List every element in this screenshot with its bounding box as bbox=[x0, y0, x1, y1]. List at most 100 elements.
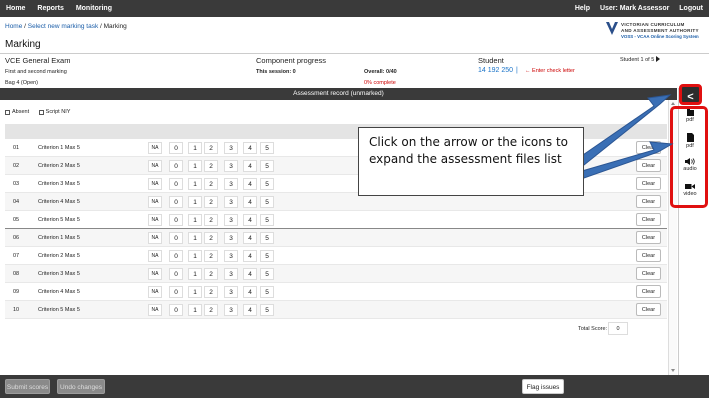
score-option-3[interactable]: 3 bbox=[224, 196, 238, 208]
clear-button[interactable]: Clear bbox=[636, 249, 661, 262]
score-option-4[interactable]: 4 bbox=[243, 160, 257, 172]
clear-button[interactable]: Clear bbox=[636, 267, 661, 280]
score-option-4[interactable]: 4 bbox=[243, 286, 257, 298]
score-option-0[interactable]: 0 bbox=[169, 250, 183, 262]
absent-checkbox[interactable]: Absent bbox=[5, 109, 29, 115]
score-option-3[interactable]: 3 bbox=[224, 268, 238, 280]
score-option-na[interactable]: NA bbox=[148, 178, 162, 190]
submit-scores-button[interactable]: Submit scores bbox=[5, 379, 50, 394]
score-option-0[interactable]: 0 bbox=[169, 196, 183, 208]
clear-button[interactable]: Clear bbox=[636, 195, 661, 208]
nav-reports[interactable]: Reports bbox=[37, 5, 63, 12]
score-option-4[interactable]: 4 bbox=[243, 304, 257, 316]
expand-files-toggle[interactable]: < bbox=[679, 84, 702, 105]
score-option-2[interactable]: 2 bbox=[204, 142, 218, 154]
score-option-2[interactable]: 2 bbox=[204, 196, 218, 208]
score-option-5[interactable]: 5 bbox=[260, 304, 274, 316]
pdf-file-2[interactable]: pdf bbox=[675, 133, 705, 149]
script-niy-checkbox[interactable]: Script NIY bbox=[38, 109, 70, 115]
score-option-4[interactable]: 4 bbox=[243, 268, 257, 280]
score-option-na[interactable]: NA bbox=[148, 268, 162, 280]
score-option-2[interactable]: 2 bbox=[204, 286, 218, 298]
score-option-3[interactable]: 3 bbox=[224, 250, 238, 262]
folder-icon[interactable] bbox=[686, 109, 694, 116]
score-option-na[interactable]: NA bbox=[148, 214, 162, 226]
score-option-2[interactable]: 2 bbox=[204, 250, 218, 262]
score-option-0[interactable]: 0 bbox=[169, 142, 183, 154]
score-option-na[interactable]: NA bbox=[148, 232, 162, 244]
score-option-0[interactable]: 0 bbox=[169, 286, 183, 298]
speaker-icon[interactable] bbox=[685, 158, 695, 165]
nav-monitoring[interactable]: Monitoring bbox=[76, 5, 112, 12]
score-option-1[interactable]: 1 bbox=[188, 250, 202, 262]
score-option-3[interactable]: 3 bbox=[224, 142, 238, 154]
score-option-5[interactable]: 5 bbox=[260, 214, 274, 226]
student-pager[interactable]: Student 1 of 5 bbox=[620, 56, 661, 63]
check-letter-prompt[interactable]: ← Enter check letter bbox=[525, 68, 575, 74]
score-option-0[interactable]: 0 bbox=[169, 304, 183, 316]
score-option-4[interactable]: 4 bbox=[243, 250, 257, 262]
score-option-2[interactable]: 2 bbox=[204, 178, 218, 190]
score-option-4[interactable]: 4 bbox=[243, 232, 257, 244]
score-option-1[interactable]: 1 bbox=[188, 160, 202, 172]
clear-button[interactable]: Clear bbox=[636, 177, 661, 190]
score-option-0[interactable]: 0 bbox=[169, 268, 183, 280]
score-option-1[interactable]: 1 bbox=[188, 268, 202, 280]
score-option-1[interactable]: 1 bbox=[188, 286, 202, 298]
clear-button[interactable]: Clear bbox=[636, 231, 661, 244]
score-option-na[interactable]: NA bbox=[148, 250, 162, 262]
clear-button[interactable]: Clear bbox=[636, 285, 661, 298]
scroll-up-icon[interactable] bbox=[671, 102, 675, 105]
score-option-1[interactable]: 1 bbox=[188, 232, 202, 244]
score-option-1[interactable]: 1 bbox=[188, 304, 202, 316]
audio-file[interactable]: audio bbox=[675, 158, 705, 172]
score-option-2[interactable]: 2 bbox=[204, 232, 218, 244]
video-camera-icon[interactable] bbox=[685, 183, 695, 190]
score-option-4[interactable]: 4 bbox=[243, 214, 257, 226]
checkbox-icon[interactable] bbox=[38, 109, 44, 115]
score-option-3[interactable]: 3 bbox=[224, 286, 238, 298]
score-option-2[interactable]: 2 bbox=[204, 268, 218, 280]
score-option-5[interactable]: 5 bbox=[260, 286, 274, 298]
score-option-3[interactable]: 3 bbox=[224, 232, 238, 244]
score-option-3[interactable]: 3 bbox=[224, 214, 238, 226]
clear-button[interactable]: Clear bbox=[636, 213, 661, 226]
logout-link[interactable]: Logout bbox=[679, 5, 703, 12]
undo-changes-button[interactable]: Undo changes bbox=[57, 379, 105, 394]
score-option-na[interactable]: NA bbox=[148, 304, 162, 316]
score-option-4[interactable]: 4 bbox=[243, 178, 257, 190]
clear-button[interactable]: Clear bbox=[636, 141, 661, 154]
breadcrumb-select-task[interactable]: Select new marking task bbox=[28, 23, 98, 30]
score-option-1[interactable]: 1 bbox=[188, 196, 202, 208]
score-option-3[interactable]: 3 bbox=[224, 160, 238, 172]
score-option-3[interactable]: 3 bbox=[224, 304, 238, 316]
clear-button[interactable]: Clear bbox=[636, 159, 661, 172]
score-option-1[interactable]: 1 bbox=[188, 214, 202, 226]
score-option-5[interactable]: 5 bbox=[260, 178, 274, 190]
clear-button[interactable]: Clear bbox=[636, 303, 661, 316]
score-option-2[interactable]: 2 bbox=[204, 304, 218, 316]
score-option-2[interactable]: 2 bbox=[204, 160, 218, 172]
score-option-5[interactable]: 5 bbox=[260, 268, 274, 280]
video-file[interactable]: video bbox=[675, 183, 705, 197]
nav-home[interactable]: Home bbox=[6, 5, 25, 12]
score-option-0[interactable]: 0 bbox=[169, 214, 183, 226]
score-option-4[interactable]: 4 bbox=[243, 142, 257, 154]
score-option-na[interactable]: NA bbox=[148, 286, 162, 298]
scroll-down-icon[interactable] bbox=[671, 369, 675, 372]
score-option-5[interactable]: 5 bbox=[260, 142, 274, 154]
score-option-1[interactable]: 1 bbox=[188, 178, 202, 190]
pdf-file-1[interactable]: pdf bbox=[675, 109, 705, 123]
checkbox-icon[interactable] bbox=[5, 109, 10, 115]
score-option-na[interactable]: NA bbox=[148, 160, 162, 172]
next-student-icon[interactable] bbox=[656, 56, 661, 62]
score-option-5[interactable]: 5 bbox=[260, 250, 274, 262]
score-option-0[interactable]: 0 bbox=[169, 232, 183, 244]
breadcrumb-home[interactable]: Home bbox=[5, 23, 22, 30]
score-option-1[interactable]: 1 bbox=[188, 142, 202, 154]
flag-issues-button[interactable]: Flag issues bbox=[522, 379, 564, 394]
score-option-0[interactable]: 0 bbox=[169, 178, 183, 190]
score-option-0[interactable]: 0 bbox=[169, 160, 183, 172]
score-option-na[interactable]: NA bbox=[148, 142, 162, 154]
score-option-5[interactable]: 5 bbox=[260, 232, 274, 244]
